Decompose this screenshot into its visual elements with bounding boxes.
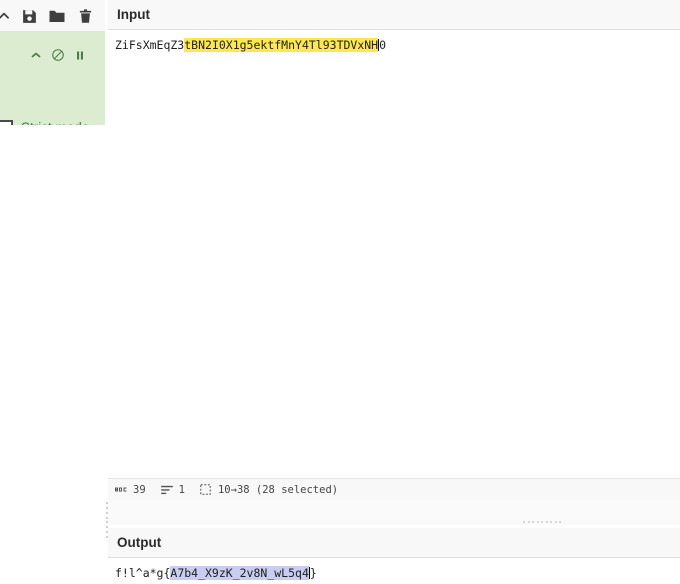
recipe-panel: Strict mode xyxy=(0,0,105,584)
output-editor[interactable]: f!l^a*g{A7b4_X9zK_2v8N_wL5q4} xyxy=(108,559,680,584)
output-pane-title: Output xyxy=(108,528,680,558)
ban-icon[interactable] xyxy=(48,44,68,66)
input-length-value: 39 xyxy=(133,483,146,496)
output-text-after: } xyxy=(309,566,317,580)
input-status-bar: 39 1 10→38 (28 selected) xyxy=(108,478,680,500)
horizontal-splitter-handle[interactable] xyxy=(523,520,561,523)
input-text-selected: tBN2I0X1g5ektfMnY4Tl93TDVxNH xyxy=(184,38,379,52)
lines-icon xyxy=(160,483,174,497)
strict-mode-row[interactable]: Strict mode xyxy=(0,114,105,125)
chevron-up-icon[interactable] xyxy=(0,5,15,27)
input-pane: Input ZiFsXmEqZ3tBN2I0X1g5ektfMnY4Tl93TD… xyxy=(108,0,680,500)
output-text-selected: A7b4_X9zK_2v8N_wL5q4 xyxy=(170,566,309,580)
output-text-line[interactable]: f!l^a*g{A7b4_X9zK_2v8N_wL5q4} xyxy=(108,559,680,582)
output-pane: Output f!l^a*g{A7b4_X9zK_2v8N_wL5q4} xyxy=(108,528,680,584)
recipe-control-icons xyxy=(0,44,105,68)
recipe-operations-list[interactable] xyxy=(0,125,105,584)
pause-icon[interactable] xyxy=(70,44,90,66)
input-lines-group: 1 xyxy=(160,483,185,497)
output-text-before: f!l^a*g{ xyxy=(115,566,171,580)
save-icon[interactable] xyxy=(18,5,40,27)
recipe-toolbar xyxy=(0,0,105,32)
input-pane-title: Input xyxy=(108,0,680,30)
input-text-after: 0 xyxy=(379,38,387,52)
input-selection-value: 10→38 (28 selected) xyxy=(217,483,339,496)
input-length-group: 39 xyxy=(114,483,146,497)
input-lines-value: 1 xyxy=(178,483,185,496)
step-icon[interactable] xyxy=(26,44,46,66)
folder-icon[interactable] xyxy=(46,5,68,27)
input-text-before: ZiFsXmEqZ3 xyxy=(115,38,185,52)
horizontal-splitter[interactable] xyxy=(108,500,680,525)
abc-icon xyxy=(114,483,128,497)
recipe-controls: Strict mode xyxy=(0,32,105,125)
cyberchef-window: Strict mode Input ZiFsXmEqZ3tBN2I0X1g5ek… xyxy=(0,0,680,584)
io-panel: Input ZiFsXmEqZ3tBN2I0X1g5ektfMnY4Tl93TD… xyxy=(108,0,680,584)
input-editor[interactable]: ZiFsXmEqZ3tBN2I0X1g5ektfMnY4Tl93TDVxNH0 xyxy=(108,31,680,478)
selection-icon xyxy=(199,483,213,497)
input-text-line[interactable]: ZiFsXmEqZ3tBN2I0X1g5ektfMnY4Tl93TDVxNH0 xyxy=(108,31,680,54)
input-selection-group: 10→38 (28 selected) xyxy=(199,483,338,497)
trash-icon[interactable] xyxy=(74,5,96,27)
